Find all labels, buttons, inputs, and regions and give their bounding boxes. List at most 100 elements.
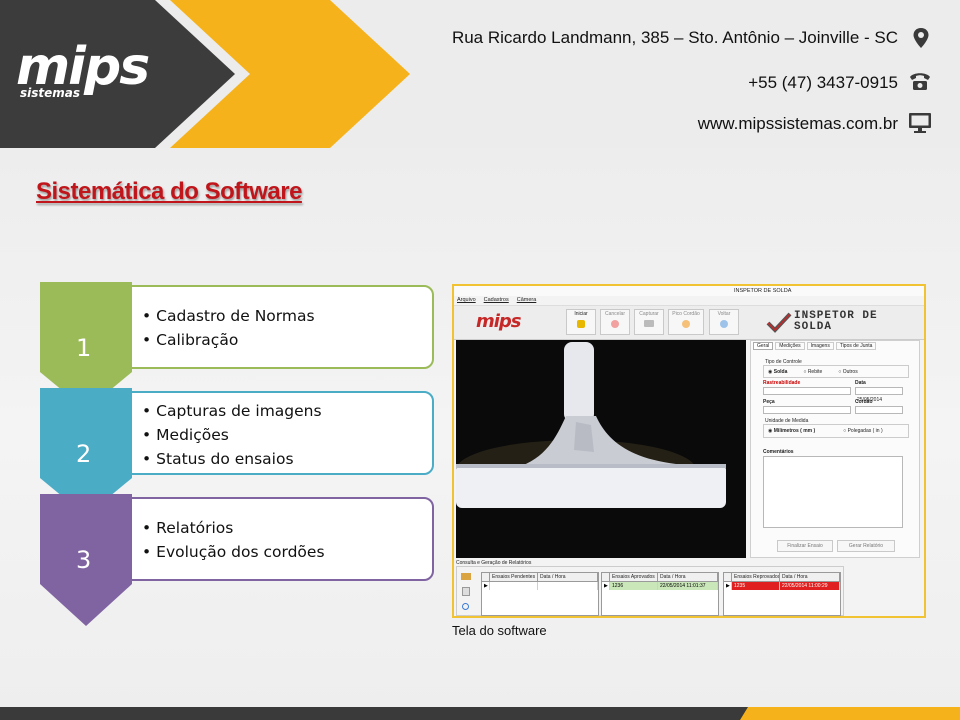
step-2-number: 2 bbox=[76, 440, 92, 468]
tab-geral[interactable]: Geral bbox=[753, 342, 774, 350]
toolbar-mips-logo: mips bbox=[476, 311, 522, 332]
gerar-relatorio-label: Gerar Relatório bbox=[848, 543, 884, 549]
column-header: Data / Hora bbox=[780, 573, 840, 581]
step-1-number: 1 bbox=[76, 334, 92, 362]
step-3-box: Relatórios Evolução dos cordões bbox=[100, 497, 434, 581]
play-icon bbox=[577, 320, 585, 328]
table-row[interactable]: ▶ 1235 22/05/2014 11:00:29 bbox=[724, 582, 840, 590]
finalizar-ensaio-button[interactable]: Finalizar Ensaio bbox=[777, 540, 833, 552]
report-icon[interactable] bbox=[461, 573, 471, 580]
list-item: Cadastro de Normas bbox=[142, 304, 432, 328]
calculator-icon[interactable] bbox=[462, 587, 470, 596]
software-window: INSPETOR DE SOLDA Arquivo Cadastros Câme… bbox=[452, 284, 926, 618]
telephone-icon bbox=[910, 73, 930, 90]
cordao-select[interactable] bbox=[855, 406, 903, 414]
step-3-list: Relatórios Evolução dos cordões bbox=[102, 499, 432, 564]
step-2-box: Capturas de imagens Medições Status do e… bbox=[100, 391, 434, 475]
menu-camera[interactable]: Câmera bbox=[517, 297, 537, 303]
table-cell: 1235 bbox=[732, 582, 780, 590]
step-1-list: Cadastro de Normas Calibração bbox=[102, 287, 432, 352]
form-panel: Geral Medições Imagens Tipos de Junta Ti… bbox=[750, 340, 920, 558]
caption: Tela do software bbox=[452, 623, 547, 638]
footer-bar bbox=[0, 707, 960, 720]
camera-view bbox=[456, 340, 746, 558]
column-header: Ensaios Aprovados bbox=[610, 573, 658, 581]
rastreabilidade-input[interactable] bbox=[763, 387, 851, 395]
tab-imagens[interactable]: Imagens bbox=[806, 342, 834, 350]
unidade-group: ◉ Milímetros ( mm ) ○ Polegadas ( in ) bbox=[763, 424, 909, 438]
radio-solda-label: Solda bbox=[773, 368, 788, 375]
list-item: Evolução dos cordões bbox=[142, 540, 432, 564]
comentarios-label: Comentários bbox=[763, 449, 794, 455]
table-cell: 22/05/2014 11:01:37 bbox=[658, 582, 718, 590]
radio-rebite[interactable]: ○ Rebite bbox=[803, 369, 822, 375]
peca-select[interactable] bbox=[763, 406, 851, 414]
phone-text: +55 (47) 3437-0915 bbox=[748, 73, 898, 92]
list-item: Relatórios bbox=[142, 516, 432, 540]
list-item: Medições bbox=[142, 423, 432, 447]
capturar-button[interactable]: Capturar bbox=[634, 309, 664, 335]
data-input[interactable]: 25/05/2014 bbox=[855, 387, 903, 403]
gerar-relatorio-button[interactable]: Gerar Relatório bbox=[837, 540, 895, 552]
cancelar-button[interactable]: Cancelar bbox=[600, 309, 630, 335]
tab-tipos-de-junta[interactable]: Tipos de Junta bbox=[835, 342, 877, 350]
step-3-number: 3 bbox=[76, 546, 92, 574]
brand-logo-text: INSPETOR DE SOLDA bbox=[794, 310, 878, 333]
voltar-button[interactable]: Voltar bbox=[709, 309, 739, 335]
iniciar-button[interactable]: Iniciar bbox=[566, 309, 596, 335]
slide: mips sistemas Rua Ricardo Landmann, 385 … bbox=[0, 0, 960, 720]
radio-outros-label: Outros bbox=[842, 368, 858, 375]
search-icon[interactable] bbox=[462, 603, 469, 610]
radio-outros[interactable]: ○ Outros bbox=[838, 369, 857, 375]
table-cell: 1236 bbox=[610, 582, 658, 590]
data-label: Data bbox=[855, 380, 866, 386]
back-icon bbox=[720, 320, 728, 328]
iniciar-label: Iniciar bbox=[574, 311, 588, 317]
finalizar-label: Finalizar Ensaio bbox=[787, 543, 823, 549]
address-text: Rua Ricardo Landmann, 385 – Sto. Antônio… bbox=[451, 28, 898, 47]
radio-solda[interactable]: ◉ Solda bbox=[768, 369, 787, 375]
logo-text: mips bbox=[16, 37, 150, 97]
inspetor-de-solda-logo: INSPETOR DE SOLDA bbox=[766, 308, 906, 336]
pending-table: Ensaios Pendentes Data / Hora ▶ bbox=[481, 572, 599, 616]
cordao-label: Cordão bbox=[855, 399, 873, 405]
pico-cordao-button[interactable]: Pico Cordão bbox=[668, 309, 704, 335]
menu-cadastros[interactable]: Cadastros bbox=[484, 297, 509, 303]
cancelar-label: Cancelar bbox=[604, 311, 625, 317]
monitor-icon bbox=[909, 113, 931, 133]
window-title: INSPETOR DE SOLDA bbox=[734, 288, 792, 294]
column-header: Data / Hora bbox=[658, 573, 718, 581]
rastreabilidade-label: Rastreabilidade bbox=[763, 380, 801, 386]
radio-milimetros[interactable]: ◉ Milímetros ( mm ) bbox=[768, 428, 815, 434]
cancel-icon bbox=[611, 320, 619, 328]
peak-icon bbox=[682, 320, 690, 328]
checkmark-icon bbox=[766, 312, 792, 333]
map-pin-icon bbox=[913, 28, 929, 48]
radio-polegadas-label: Polegadas ( in ) bbox=[847, 428, 883, 434]
menu-arquivo[interactable]: Arquivo bbox=[457, 297, 476, 303]
step-2-list: Capturas de imagens Medições Status do e… bbox=[102, 393, 432, 471]
reports-group: Ensaios Pendentes Data / Hora ▶ Ensaios A… bbox=[456, 566, 844, 616]
mips-logo: mips sistemas bbox=[16, 37, 150, 100]
column-header: Data / Hora bbox=[538, 573, 598, 581]
table-row[interactable]: ▶ 1236 22/05/2014 11:01:37 bbox=[602, 582, 718, 590]
comentarios-textarea[interactable] bbox=[763, 456, 903, 528]
radio-rebite-label: Rebite bbox=[807, 368, 823, 375]
peca-label: Peça bbox=[763, 399, 775, 405]
pico-cordao-label: Pico Cordão bbox=[672, 311, 700, 317]
list-item: Capturas de imagens bbox=[142, 399, 432, 423]
column-header: Ensaios Pendentes bbox=[490, 573, 538, 581]
menu-bar: Arquivo Cadastros Câmera bbox=[457, 297, 536, 303]
voltar-label: Voltar bbox=[717, 311, 731, 317]
approved-table: Ensaios Aprovados Data / Hora ▶ 1236 22/05/… bbox=[601, 572, 719, 616]
window-titlebar: INSPETOR DE SOLDA bbox=[454, 286, 924, 296]
column-header: Ensaios Reprovados bbox=[734, 573, 780, 581]
list-item: Status do ensaios bbox=[142, 447, 432, 471]
radio-milimetros-label: Milímetros ( mm ) bbox=[773, 428, 816, 434]
capturar-label: Capturar bbox=[639, 311, 659, 317]
website-text[interactable]: www.mipssistemas.com.br bbox=[698, 114, 898, 134]
table-cell: 22/05/2014 11:00:29 bbox=[780, 582, 840, 590]
tab-medicoes[interactable]: Medições bbox=[775, 342, 805, 350]
radio-polegadas[interactable]: ○ Polegadas ( in ) bbox=[843, 428, 882, 434]
step-1-box: Cadastro de Normas Calibração bbox=[100, 285, 434, 369]
